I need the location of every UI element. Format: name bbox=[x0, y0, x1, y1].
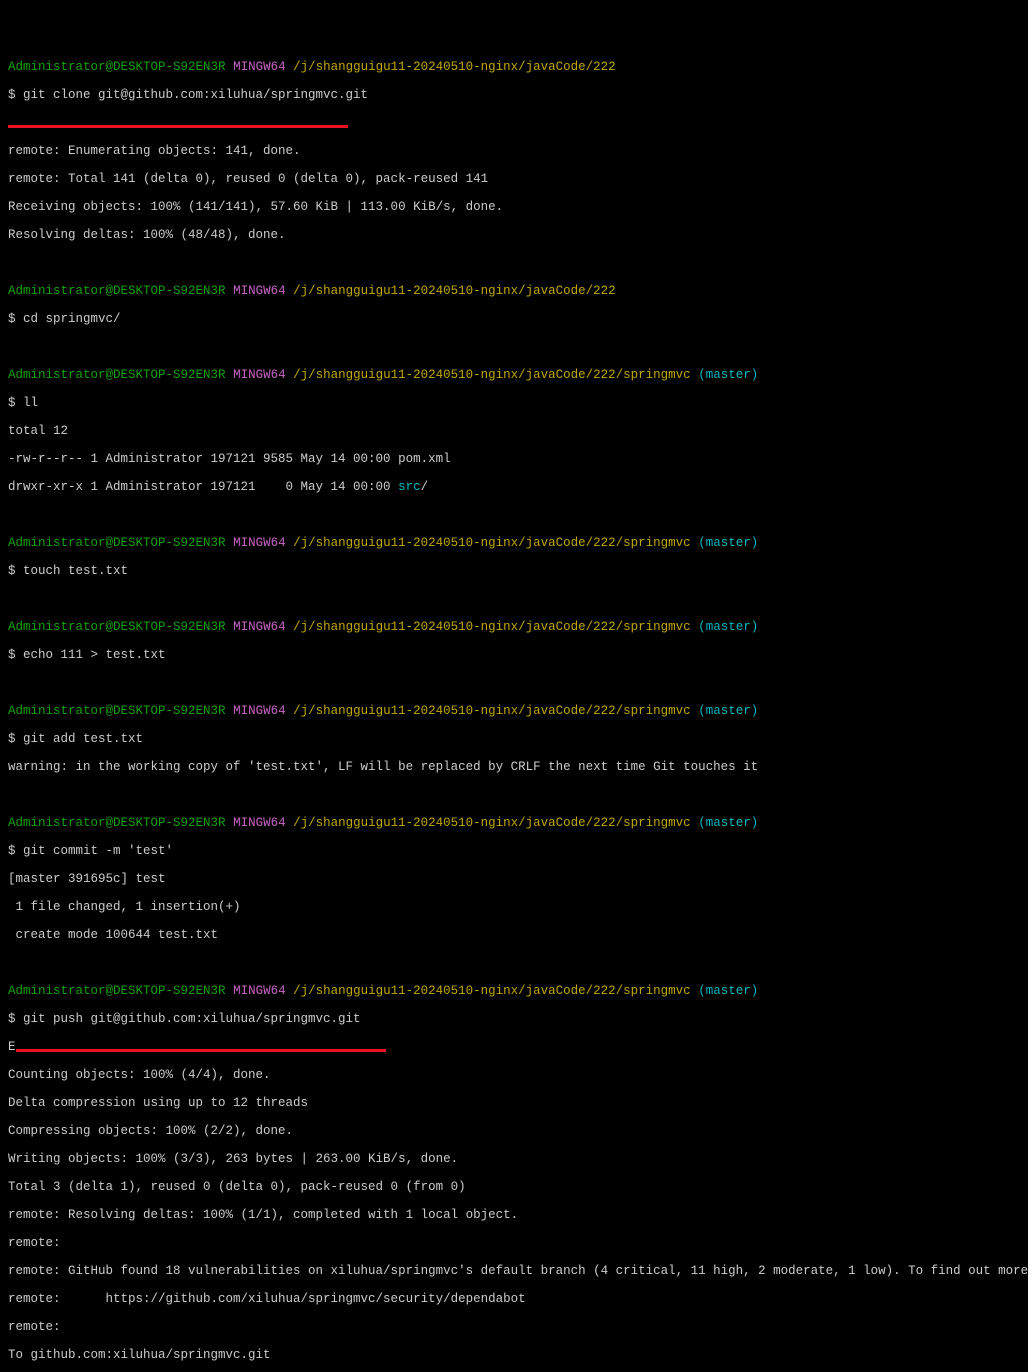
cmd-git-add[interactable]: $ git add test.txt bbox=[8, 732, 1020, 746]
mingw-tag: MINGW64 bbox=[233, 60, 286, 74]
commit-output: [master 391695c] test bbox=[8, 872, 1020, 886]
ll-entry: drwxr-xr-x 1 Administrator 197121 0 May … bbox=[8, 480, 1020, 494]
clone-output: remote: Enumerating objects: 141, done. bbox=[8, 144, 1020, 158]
cmd-cd[interactable]: $ cd springmvc/ bbox=[8, 312, 1020, 326]
push-output: remote: GitHub found 18 vulnerabilities … bbox=[8, 1264, 1020, 1278]
blank-line bbox=[8, 788, 1020, 802]
blank-line bbox=[8, 676, 1020, 690]
blank-line bbox=[8, 340, 1020, 354]
prompt-line: Administrator@DESKTOP-S92EN3R MINGW64 /j… bbox=[8, 984, 1020, 998]
commit-output: create mode 100644 test.txt bbox=[8, 928, 1020, 942]
ll-total: total 12 bbox=[8, 424, 1020, 438]
prompt-line: Administrator@DESKTOP-S92EN3R MINGW64 /j… bbox=[8, 704, 1020, 718]
ll-entry: -rw-r--r-- 1 Administrator 197121 9585 M… bbox=[8, 452, 1020, 466]
push-output: remote: Resolving deltas: 100% (1/1), co… bbox=[8, 1208, 1020, 1222]
cmd-git-commit[interactable]: $ git commit -m 'test' bbox=[8, 844, 1020, 858]
push-output: Writing objects: 100% (3/3), 263 bytes |… bbox=[8, 1152, 1020, 1166]
git-add-warning: warning: in the working copy of 'test.tx… bbox=[8, 760, 1020, 774]
prompt-line: Administrator@DESKTOP-S92EN3R MINGW64 /j… bbox=[8, 816, 1020, 830]
user-host: Administrator@DESKTOP-S92EN3R bbox=[8, 60, 226, 74]
blank-line bbox=[8, 592, 1020, 606]
redacted-underline: E bbox=[8, 1040, 1020, 1054]
prompt-line: Administrator@DESKTOP-S92EN3R MINGW64 /j… bbox=[8, 60, 1020, 74]
prompt-line: Administrator@DESKTOP-S92EN3R MINGW64 /j… bbox=[8, 620, 1020, 634]
prompt-line: Administrator@DESKTOP-S92EN3R MINGW64 /j… bbox=[8, 536, 1020, 550]
dir-src: src bbox=[398, 480, 421, 494]
clone-output: Receiving objects: 100% (141/141), 57.60… bbox=[8, 200, 1020, 214]
cmd-git-clone[interactable]: $ git clone git@github.com:xiluhua/sprin… bbox=[8, 88, 1020, 102]
cmd-touch[interactable]: $ touch test.txt bbox=[8, 564, 1020, 578]
push-output: remote: bbox=[8, 1236, 1020, 1250]
prompt-line: Administrator@DESKTOP-S92EN3R MINGW64 /j… bbox=[8, 284, 1020, 298]
blank-line bbox=[8, 508, 1020, 522]
push-output: Total 3 (delta 1), reused 0 (delta 0), p… bbox=[8, 1180, 1020, 1194]
push-output: remote: https://github.com/xiluhua/sprin… bbox=[8, 1292, 1020, 1306]
commit-output: 1 file changed, 1 insertion(+) bbox=[8, 900, 1020, 914]
push-output: Counting objects: 100% (4/4), done. bbox=[8, 1068, 1020, 1082]
push-output: Delta compression using up to 12 threads bbox=[8, 1096, 1020, 1110]
cmd-echo[interactable]: $ echo 111 > test.txt bbox=[8, 648, 1020, 662]
push-output: Compressing objects: 100% (2/2), done. bbox=[8, 1124, 1020, 1138]
redacted-underline bbox=[8, 116, 1020, 130]
blank-line bbox=[8, 256, 1020, 270]
branch-indicator: (master) bbox=[698, 368, 758, 382]
cmd-ll[interactable]: $ ll bbox=[8, 396, 1020, 410]
blank-line bbox=[8, 956, 1020, 970]
cwd-path: /j/shangguigu11-20240510-nginx/javaCode/… bbox=[293, 60, 616, 74]
clone-output: remote: Total 141 (delta 0), reused 0 (d… bbox=[8, 172, 1020, 186]
clone-output: Resolving deltas: 100% (48/48), done. bbox=[8, 228, 1020, 242]
cmd-git-push[interactable]: $ git push git@github.com:xiluhua/spring… bbox=[8, 1012, 1020, 1026]
push-output: remote: bbox=[8, 1320, 1020, 1334]
prompt-line: Administrator@DESKTOP-S92EN3R MINGW64 /j… bbox=[8, 368, 1020, 382]
file-pom: pom.xml bbox=[398, 452, 451, 466]
push-output: To github.com:xiluhua/springmvc.git bbox=[8, 1348, 1020, 1362]
